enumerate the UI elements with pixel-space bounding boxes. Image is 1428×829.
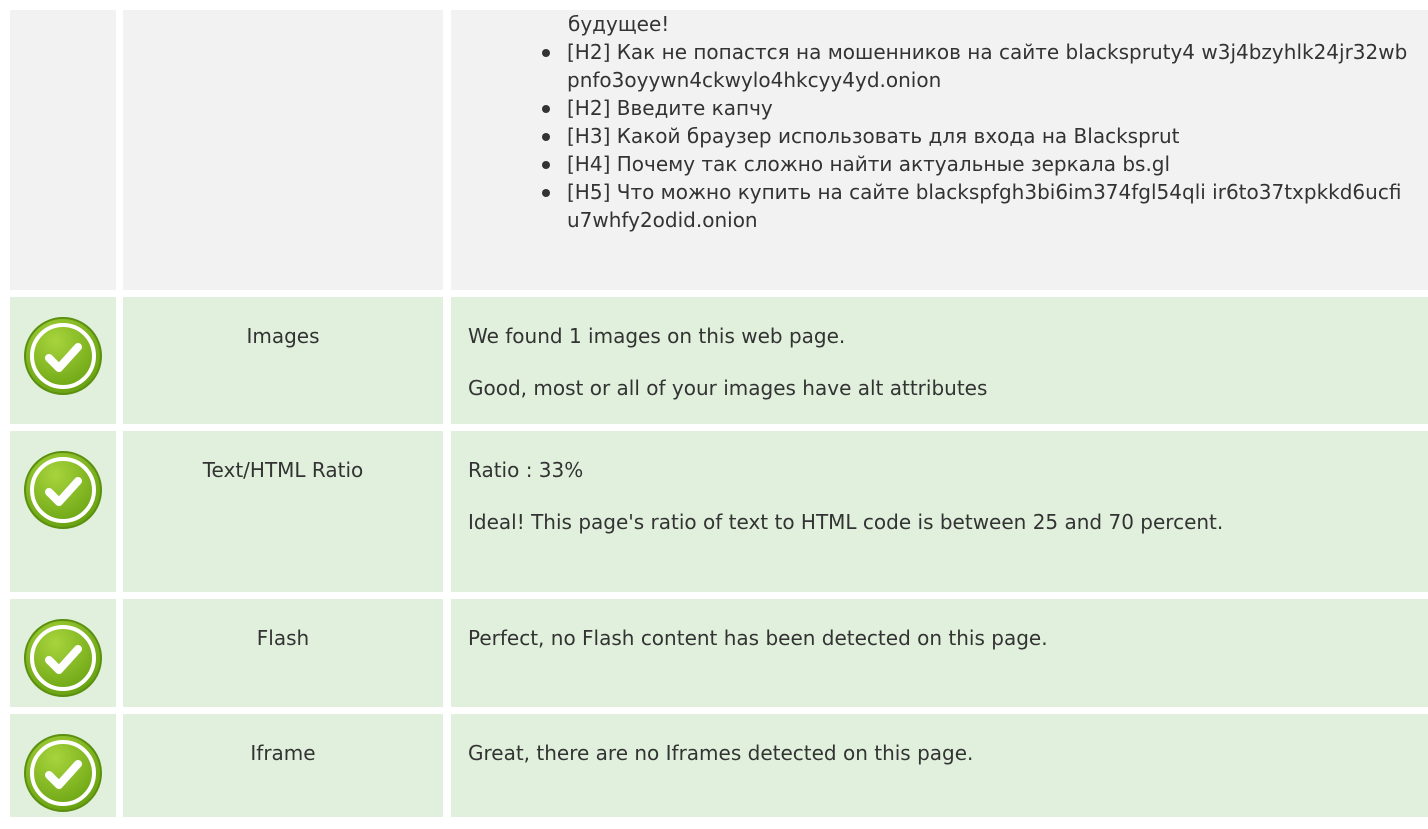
images-status-cell <box>10 297 116 424</box>
check-description: We found 1 images on this web page. Good… <box>468 322 1408 426</box>
ratio-label-cell: Text/HTML Ratio <box>123 431 443 592</box>
headings-label-cell <box>123 10 443 290</box>
check-line: Ratio : 33% <box>468 458 584 482</box>
heading-item: [H2] Как не попастся на мошенников на са… <box>538 38 1408 94</box>
ratio-status-cell <box>10 431 116 592</box>
headings-content-cell: будущее! [H2] Как не попастся на мошенни… <box>451 10 1428 290</box>
check-circle-icon <box>22 617 104 699</box>
check-circle-icon <box>22 315 104 397</box>
flash-content-cell: Perfect, no Flash content has been detec… <box>451 599 1428 707</box>
heading-continuation: будущее! <box>568 12 670 36</box>
ratio-content-cell: Ratio : 33% Ideal! This page's ratio of … <box>451 431 1428 592</box>
iframe-label-cell: Iframe <box>123 714 443 817</box>
check-description: Ratio : 33% Ideal! This page's ratio of … <box>468 456 1408 560</box>
images-label-cell: Images <box>123 297 443 424</box>
check-circle-icon <box>22 449 104 531</box>
seo-report-table: будущее! [H2] Как не попастся на мошенни… <box>0 0 1428 829</box>
iframe-content-cell: Great, there are no Iframes detected on … <box>451 714 1428 817</box>
heading-item: [H2] Введите капчу <box>538 94 1408 122</box>
check-label: Flash <box>256 626 310 650</box>
check-line: Ideal! This page's ratio of text to HTML… <box>468 510 1224 534</box>
flash-label-cell: Flash <box>123 599 443 707</box>
headings-icon-cell <box>10 10 116 290</box>
check-label: Images <box>246 324 320 348</box>
heading-item: [H5] Что можно купить на сайте blackspfg… <box>538 178 1408 234</box>
check-line: Perfect, no Flash content has been detec… <box>468 626 1048 650</box>
check-label: Iframe <box>250 741 316 765</box>
iframe-status-cell <box>10 714 116 817</box>
heading-item: [H3] Какой браузер использовать для вход… <box>538 122 1408 150</box>
images-content-cell: We found 1 images on this web page. Good… <box>451 297 1428 424</box>
check-line: We found 1 images on this web page. <box>468 324 846 348</box>
flash-status-cell <box>10 599 116 707</box>
check-description: Great, there are no Iframes detected on … <box>468 739 1408 791</box>
check-line: Great, there are no Iframes detected on … <box>468 741 974 765</box>
heading-item: [H4] Почему так сложно найти актуальные … <box>538 150 1408 178</box>
check-line: Good, most or all of your images have al… <box>468 376 988 400</box>
check-label: Text/HTML Ratio <box>202 458 364 482</box>
headings-list: будущее! [H2] Как не попастся на мошенни… <box>451 10 1428 234</box>
check-circle-icon <box>22 732 104 814</box>
check-description: Perfect, no Flash content has been detec… <box>468 624 1408 676</box>
